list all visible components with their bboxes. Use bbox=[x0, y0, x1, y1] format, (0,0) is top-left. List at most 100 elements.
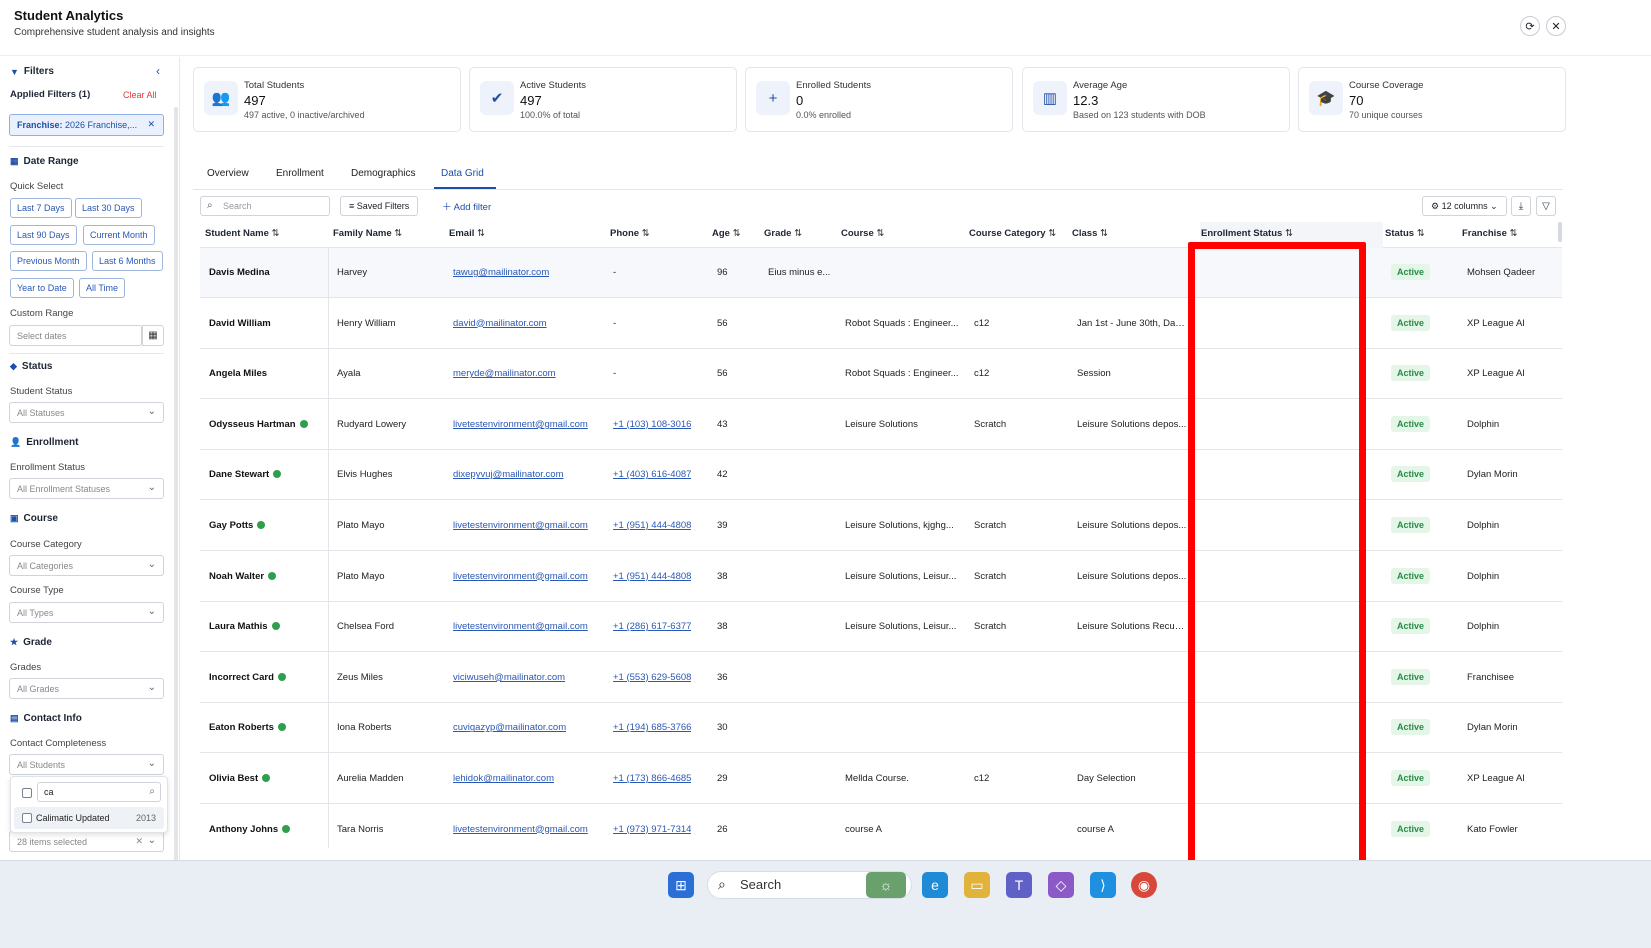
email-cell[interactable]: livetestenvironment@gmail.com bbox=[453, 571, 588, 582]
phone-cell[interactable]: +1 (173) 866-4685 bbox=[613, 773, 691, 784]
student-name-cell[interactable]: David William bbox=[209, 318, 271, 329]
category-cell: c12 bbox=[974, 773, 990, 784]
student-name-cell[interactable]: Olivia Best bbox=[209, 773, 271, 784]
filter-button[interactable]: ▽ bbox=[1536, 196, 1556, 216]
grades-select[interactable]: All Grades ⌄ bbox=[9, 678, 164, 699]
col-family-name[interactable]: Family Name ⇅ bbox=[333, 228, 402, 239]
date-range-input[interactable]: Select dates bbox=[9, 325, 142, 346]
col-email[interactable]: Email ⇅ bbox=[449, 228, 485, 239]
col-class[interactable]: Class ⇅ bbox=[1072, 228, 1108, 239]
visual-studio-icon[interactable]: ◇ bbox=[1048, 872, 1074, 898]
student-name-cell[interactable]: Anthony Johns bbox=[209, 824, 291, 835]
franchise-filter-chip[interactable]: Franchise: 2026 Franchise,... ✕ bbox=[9, 114, 164, 136]
phone-cell[interactable]: +1 (973) 971-7314 bbox=[613, 824, 691, 835]
dropdown-option[interactable]: Calimatic Updated 2013 bbox=[14, 807, 164, 829]
email-cell[interactable]: livetestenvironment@gmail.com bbox=[453, 520, 588, 531]
chrome-icon[interactable]: ◉ bbox=[1131, 872, 1157, 898]
vscode-icon[interactable]: ⟩ bbox=[1090, 872, 1116, 898]
close-button[interactable]: ✕ bbox=[1546, 16, 1566, 36]
tab-overview[interactable]: Overview bbox=[207, 168, 249, 179]
col-enrollment-status[interactable]: Enrollment Status ⇅ bbox=[1201, 228, 1293, 239]
student-name-cell[interactable]: Eaton Roberts bbox=[209, 722, 286, 733]
all-time-button[interactable]: All Time bbox=[79, 278, 126, 298]
tab-demographics[interactable]: Demographics bbox=[351, 168, 415, 179]
col-age[interactable]: Age ⇅ bbox=[712, 228, 741, 239]
edge-browser-icon[interactable]: e bbox=[922, 872, 948, 898]
phone-cell[interactable]: +1 (286) 617-6377 bbox=[613, 621, 691, 632]
calendar-picker-button[interactable]: ▦ bbox=[142, 325, 164, 346]
student-analytics-app: Student Analytics Comprehensive student … bbox=[0, 0, 1651, 908]
col-grade[interactable]: Grade ⇅ bbox=[764, 228, 802, 239]
option-checkbox[interactable] bbox=[22, 813, 32, 823]
dropdown-search-input[interactable]: ca ⌕ bbox=[37, 782, 161, 802]
current-month-button[interactable]: Current Month bbox=[83, 225, 155, 245]
col-franchise[interactable]: Franchise ⇅ bbox=[1462, 228, 1518, 239]
sort-icon: ⇅ bbox=[477, 228, 485, 239]
col-status[interactable]: Status ⇅ bbox=[1385, 228, 1425, 239]
clear-all-link[interactable]: Clear All bbox=[123, 90, 157, 100]
download-button[interactable]: ⤓ bbox=[1511, 196, 1531, 216]
year-to-date-button[interactable]: Year to Date bbox=[10, 278, 74, 298]
course-type-select[interactable]: All Types ⌄ bbox=[9, 602, 164, 623]
enrollment-status-select[interactable]: All Enrollment Statuses ⌄ bbox=[9, 478, 164, 499]
multi-select-field[interactable]: 28 items selected ✕ ⌄ bbox=[9, 831, 164, 852]
chevron-down-icon: ⌄ bbox=[147, 559, 156, 570]
collapse-sidebar-button[interactable]: ‹ bbox=[156, 64, 160, 78]
email-cell[interactable]: tawug@mailinator.com bbox=[453, 267, 549, 278]
status-badge: Active bbox=[1391, 567, 1431, 584]
email-cell[interactable]: lehidok@mailinator.com bbox=[453, 773, 554, 784]
grid-scrollbar[interactable] bbox=[1558, 222, 1562, 242]
email-cell[interactable]: dixepyvuj@mailinator.com bbox=[453, 469, 564, 480]
email-cell[interactable]: david@mailinator.com bbox=[453, 318, 547, 329]
col-course-category[interactable]: Course Category ⇅ bbox=[969, 228, 1056, 239]
file-explorer-icon[interactable]: ▭ bbox=[964, 872, 990, 898]
course-coverage-card: 🎓 Course Coverage 70 70 unique courses bbox=[1298, 67, 1566, 132]
course-category-select[interactable]: All Categories ⌄ bbox=[9, 555, 164, 576]
saved-filters-button[interactable]: ≡ Saved Filters bbox=[340, 196, 419, 216]
phone-cell[interactable]: +1 (403) 616-4087 bbox=[613, 469, 691, 480]
columns-button[interactable]: ⚙ 12 columns ⌄ bbox=[1422, 196, 1507, 216]
contact-completeness-select[interactable]: All Students ⌄ bbox=[9, 754, 164, 775]
last-6-months-button[interactable]: Last 6 Months bbox=[92, 251, 163, 271]
email-cell[interactable]: meryde@mailinator.com bbox=[453, 368, 556, 379]
refresh-button[interactable]: ⟳ bbox=[1520, 16, 1540, 36]
phone-cell[interactable]: +1 (951) 444-4808 bbox=[613, 520, 691, 531]
teams-icon[interactable]: T bbox=[1006, 872, 1032, 898]
col-student-name[interactable]: Student Name ⇅ bbox=[205, 228, 279, 239]
col-course[interactable]: Course ⇅ bbox=[841, 228, 884, 239]
sidebar-scrollbar[interactable] bbox=[174, 107, 178, 907]
student-name-cell[interactable]: Gay Potts bbox=[209, 520, 266, 531]
student-name-cell[interactable]: Laura Mathis bbox=[209, 621, 280, 632]
previous-month-button[interactable]: Previous Month bbox=[10, 251, 87, 271]
add-filter-button[interactable]: ＋ Add filter bbox=[442, 199, 491, 213]
email-cell[interactable]: viciwuseh@mailinator.com bbox=[453, 672, 565, 683]
phone-cell[interactable]: +1 (553) 629-5608 bbox=[613, 672, 691, 683]
student-name-cell[interactable]: Angela Miles bbox=[209, 368, 267, 379]
last-90-days-button[interactable]: Last 90 Days bbox=[10, 225, 77, 245]
email-cell[interactable]: livetestenvironment@gmail.com bbox=[453, 419, 588, 430]
col-phone[interactable]: Phone ⇅ bbox=[610, 228, 650, 239]
student-name-cell[interactable]: Odysseus Hartman bbox=[209, 419, 308, 430]
student-name-cell[interactable]: Incorrect Card bbox=[209, 672, 286, 683]
phone-cell[interactable]: +1 (194) 685-3766 bbox=[613, 722, 691, 733]
student-name-cell[interactable]: Noah Walter bbox=[209, 571, 277, 582]
email-cell[interactable]: livetestenvironment@gmail.com bbox=[453, 824, 588, 835]
clear-selection-icon[interactable]: ✕ bbox=[135, 836, 143, 847]
phone-cell[interactable]: +1 (103) 108-3016 bbox=[613, 419, 691, 430]
tab-data-grid[interactable]: Data Grid bbox=[441, 168, 484, 179]
phone-cell[interactable]: +1 (951) 444-4808 bbox=[613, 571, 691, 582]
last-30-days-button[interactable]: Last 30 Days bbox=[75, 198, 142, 218]
widgets-icon[interactable]: ☼ bbox=[866, 872, 906, 898]
last-7-days-button[interactable]: Last 7 Days bbox=[10, 198, 72, 218]
status-badge: Active bbox=[1391, 770, 1431, 786]
remove-chip-icon[interactable]: ✕ bbox=[147, 119, 155, 130]
email-cell[interactable]: cuvigazyp@mailinator.com bbox=[453, 722, 566, 733]
email-cell[interactable]: livetestenvironment@gmail.com bbox=[453, 621, 588, 632]
student-name-cell[interactable]: Dane Stewart bbox=[209, 469, 282, 480]
student-name-cell[interactable]: Davis Medina bbox=[209, 267, 270, 278]
student-status-select[interactable]: All Statuses ⌄ bbox=[9, 402, 164, 423]
windows-start-icon[interactable]: ⊞ bbox=[668, 872, 694, 898]
select-all-checkbox[interactable] bbox=[22, 788, 32, 798]
tab-enrollment[interactable]: Enrollment bbox=[276, 168, 324, 179]
grid-search-input[interactable]: ⌕ Search bbox=[200, 196, 330, 216]
